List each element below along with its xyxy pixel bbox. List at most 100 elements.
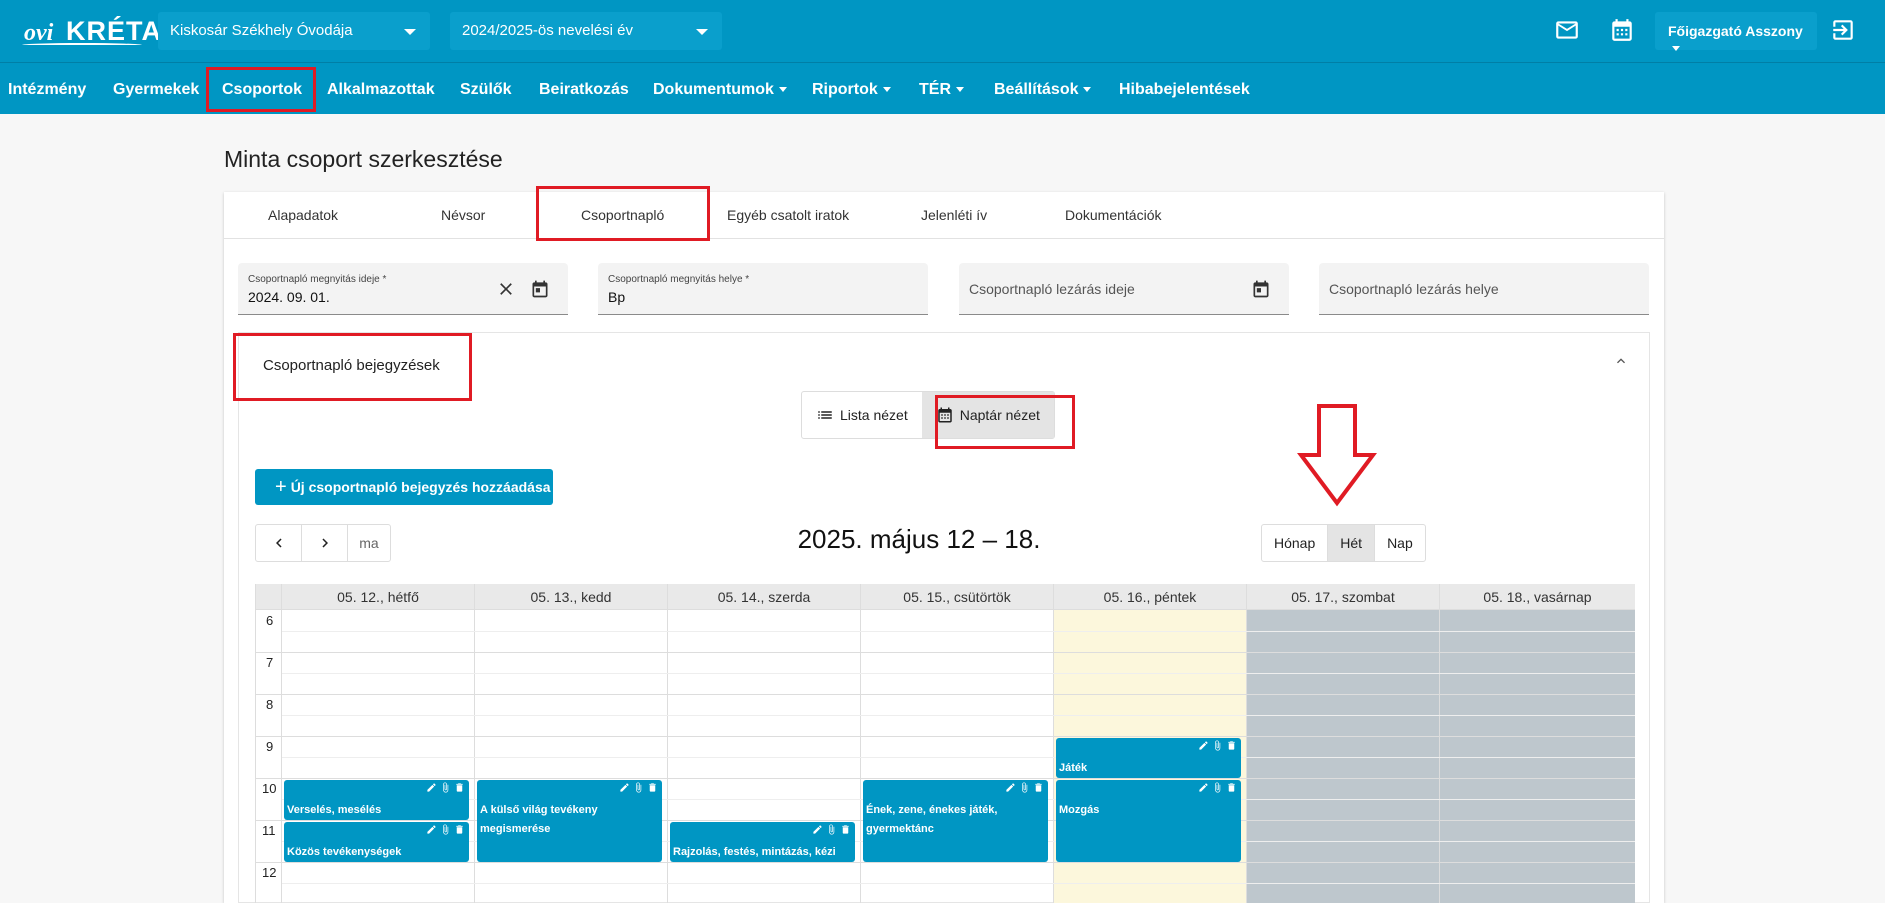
nav-beiratkozas[interactable]: Beiratkozás: [539, 81, 629, 99]
close-place-field[interactable]: Csoportnapló lezárás helye: [1319, 263, 1649, 315]
nav-alkalmazottak[interactable]: Alkalmazottak: [327, 81, 435, 99]
close-place-placeholder: Csoportnapló lezárás helye: [1329, 281, 1499, 297]
nav-beallitasok[interactable]: Beállítások: [994, 81, 1092, 99]
day-header: 05. 15., csütörtök: [861, 584, 1054, 610]
chevron-down-icon: [956, 87, 964, 93]
kreta-logo[interactable]: ovi KRÉTA: [22, 10, 161, 50]
day-view-button[interactable]: Nap: [1375, 525, 1425, 561]
close-date-field[interactable]: Csoportnapló lezárás ideje: [959, 263, 1289, 315]
open-date-field[interactable]: Csoportnapló megnyitás ideje * 2024. 09.…: [238, 263, 568, 315]
nav-szulok[interactable]: Szülők: [460, 81, 512, 99]
open-date-value: 2024. 09. 01.: [248, 289, 330, 305]
day-header: 05. 14., szerda: [668, 584, 861, 610]
hour-line: [256, 778, 1635, 779]
nav-dokumentumok[interactable]: Dokumentumok: [653, 81, 787, 99]
attachment-icon[interactable]: [440, 782, 451, 793]
tab-egyeb-csatolt-iratok[interactable]: Egyéb csatolt iratok: [727, 207, 849, 223]
attachment-icon[interactable]: [1212, 740, 1223, 751]
delete-icon[interactable]: [454, 824, 465, 835]
half-hour-line: [282, 883, 1635, 884]
calendar-view-switch: Hónap Hét Nap: [1261, 524, 1426, 562]
nav-ter[interactable]: TÉR: [919, 81, 964, 99]
event-title: Verselés, mesélés: [287, 804, 382, 816]
institution-select[interactable]: Kiskosár Székhely Óvodája: [158, 12, 430, 50]
today-button[interactable]: ma: [348, 525, 390, 561]
edit-icon[interactable]: [1198, 740, 1209, 751]
calendar-view-button[interactable]: Naptár nézet: [921, 392, 1054, 438]
month-view-button[interactable]: Hónap: [1262, 525, 1329, 561]
delete-icon[interactable]: [1226, 782, 1237, 793]
calendar-event[interactable]: Ének, zene, énekes játék, gyermektánc: [863, 780, 1048, 862]
hour-line: [256, 736, 1635, 737]
nav-intezmeny[interactable]: Intézmény: [8, 81, 86, 99]
plus-icon: +: [275, 475, 287, 498]
delete-icon[interactable]: [1033, 782, 1044, 793]
calendar-icon[interactable]: [530, 279, 550, 299]
calendar-event[interactable]: Közös tevékenységek: [284, 822, 469, 862]
user-menu[interactable]: Főigazgató Asszony: [1655, 12, 1817, 51]
tab-alapadatok[interactable]: Alapadatok: [268, 207, 338, 223]
calendar-event[interactable]: Rajzolás, festés, mintázás, kézi: [670, 822, 855, 862]
edit-icon[interactable]: [1198, 782, 1209, 793]
edit-icon[interactable]: [1005, 782, 1016, 793]
chevron-up-icon[interactable]: [1613, 353, 1629, 369]
calendar-event[interactable]: Játék: [1056, 738, 1241, 778]
prev-button[interactable]: [256, 525, 302, 561]
calendar-event[interactable]: Mozgás: [1056, 780, 1241, 862]
logout-icon[interactable]: [1830, 17, 1858, 45]
mail-icon[interactable]: [1554, 17, 1582, 45]
day-header: 05. 18., vasárnap: [1440, 584, 1635, 610]
entries-title[interactable]: Csoportnapló bejegyzések: [263, 357, 440, 374]
calendar-icon[interactable]: [1251, 279, 1271, 299]
nav-hibabejelentesek[interactable]: Hibabejelentések: [1119, 81, 1250, 99]
clear-icon[interactable]: [496, 279, 516, 299]
calendar-range: 2025. május 12 – 18.: [797, 524, 1041, 554]
half-hour-line: [282, 715, 1635, 716]
calendar-event[interactable]: A külső világ tevékeny megismerése: [477, 780, 662, 862]
delete-icon[interactable]: [647, 782, 658, 793]
open-place-field[interactable]: Csoportnapló megnyitás helye * Bp: [598, 263, 928, 315]
school-year-select[interactable]: 2024/2025-ös nevelési év: [450, 12, 722, 50]
week-view-button[interactable]: Hét: [1328, 525, 1376, 561]
hour-label: 8: [266, 697, 274, 712]
hour-label: 11: [262, 823, 276, 838]
calendar-event[interactable]: Verselés, mesélés: [284, 780, 469, 820]
hour-line: [256, 652, 1635, 653]
delete-icon[interactable]: [840, 824, 851, 835]
list-view-button[interactable]: Lista nézet: [802, 392, 922, 438]
tab-jelenleti-iv[interactable]: Jelenléti ív: [921, 207, 987, 223]
nav-csoportok[interactable]: Csoportok: [222, 81, 302, 99]
nav-gyermekek[interactable]: Gyermekek: [113, 81, 199, 99]
edit-icon[interactable]: [619, 782, 630, 793]
hour-label: 12: [262, 865, 277, 880]
day-header: 05. 17., szombat: [1247, 584, 1440, 610]
tab-nevsor[interactable]: Névsor: [441, 207, 485, 223]
attachment-icon[interactable]: [1019, 782, 1030, 793]
day-header: 05. 16., péntek: [1054, 584, 1247, 610]
tab-dokumentaciok[interactable]: Dokumentációk: [1065, 207, 1162, 223]
edit-icon[interactable]: [812, 824, 823, 835]
edit-icon[interactable]: [426, 824, 437, 835]
edit-icon[interactable]: [426, 782, 437, 793]
delete-icon[interactable]: [1226, 740, 1237, 751]
event-title: A külső világ tevékeny megismerése: [480, 804, 598, 835]
attachment-icon[interactable]: [1212, 782, 1223, 793]
nav-riportok[interactable]: Riportok: [812, 81, 891, 99]
tab-csoportnaplo[interactable]: Csoportnapló: [581, 207, 664, 223]
list-icon: [818, 411, 832, 419]
delete-icon[interactable]: [454, 782, 465, 793]
open-place-value: Bp: [608, 289, 626, 305]
chevron-down-icon: [882, 87, 891, 93]
institution-value: Kiskosár Székhely Óvodája: [170, 22, 353, 39]
attachment-icon[interactable]: [826, 824, 837, 835]
attachment-icon[interactable]: [633, 782, 644, 793]
attachment-icon[interactable]: [440, 824, 451, 835]
hour-label: 7: [266, 655, 274, 670]
event-title: Közös tevékenységek: [287, 846, 402, 858]
calendar-icon[interactable]: [1609, 17, 1637, 45]
chevron-left-icon: [275, 538, 282, 548]
next-button[interactable]: [302, 525, 348, 561]
chevron-down-icon: [778, 87, 787, 93]
event-title: Rajzolás, festés, mintázás, kézi: [673, 846, 836, 858]
add-entry-button[interactable]: + Új csoportnapló bejegyzés hozzáadása: [255, 469, 553, 505]
